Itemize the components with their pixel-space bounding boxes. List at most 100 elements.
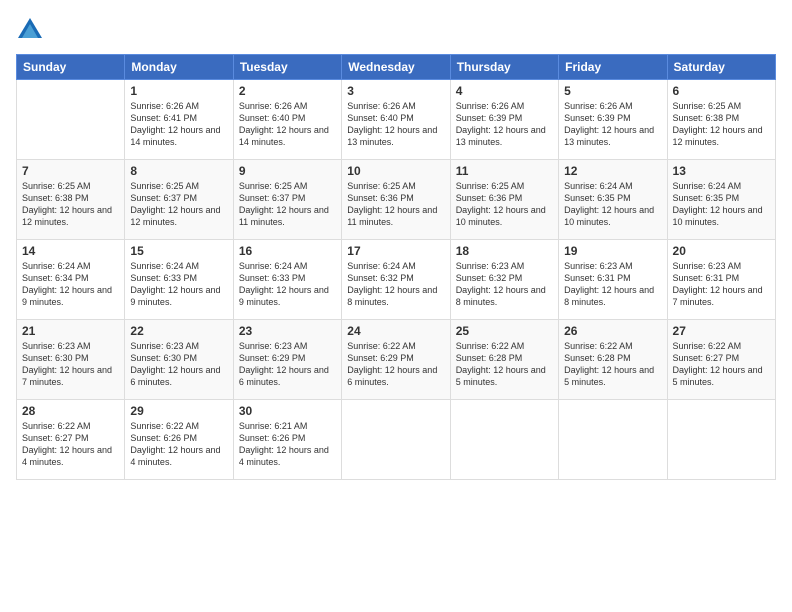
day-number: 25 xyxy=(456,324,553,338)
day-cell xyxy=(342,400,450,480)
day-info: Sunrise: 6:24 AMSunset: 6:32 PMDaylight:… xyxy=(347,260,444,309)
day-cell xyxy=(559,400,667,480)
day-number: 23 xyxy=(239,324,336,338)
day-info: Sunrise: 6:22 AMSunset: 6:28 PMDaylight:… xyxy=(564,340,661,389)
week-row-4: 21 Sunrise: 6:23 AMSunset: 6:30 PMDayligh… xyxy=(17,320,776,400)
day-number: 26 xyxy=(564,324,661,338)
day-cell: 21 Sunrise: 6:23 AMSunset: 6:30 PMDayligh… xyxy=(17,320,125,400)
logo-icon xyxy=(16,16,44,44)
day-cell: 12 Sunrise: 6:24 AMSunset: 6:35 PMDayligh… xyxy=(559,160,667,240)
calendar-header-row: SundayMondayTuesdayWednesdayThursdayFrid… xyxy=(17,55,776,80)
day-header-saturday: Saturday xyxy=(667,55,775,80)
day-number: 30 xyxy=(239,404,336,418)
day-cell: 28Sunrise: 6:22 AMSunset: 6:27 PMDayligh… xyxy=(17,400,125,480)
day-info: Sunrise: 6:21 AMSunset: 6:26 PMDaylight:… xyxy=(239,420,336,469)
day-number: 29 xyxy=(130,404,227,418)
day-header-tuesday: Tuesday xyxy=(233,55,341,80)
day-info: Sunrise: 6:25 AMSunset: 6:38 PMDaylight:… xyxy=(673,100,770,149)
day-cell: 23Sunrise: 6:23 AMSunset: 6:29 PMDayligh… xyxy=(233,320,341,400)
day-cell: 9 Sunrise: 6:25 AMSunset: 6:37 PMDaylight… xyxy=(233,160,341,240)
day-number: 27 xyxy=(673,324,770,338)
day-info: Sunrise: 6:26 AMSunset: 6:39 PMDaylight:… xyxy=(564,100,661,149)
day-info: Sunrise: 6:23 AMSunset: 6:30 PMDaylight:… xyxy=(130,340,227,389)
calendar: SundayMondayTuesdayWednesdayThursdayFrid… xyxy=(16,54,776,480)
day-cell: 27 Sunrise: 6:22 AMSunset: 6:27 PMDayligh… xyxy=(667,320,775,400)
day-number: 20 xyxy=(673,244,770,258)
day-cell: 13 Sunrise: 6:24 AMSunset: 6:35 PMDayligh… xyxy=(667,160,775,240)
day-number: 21 xyxy=(22,324,119,338)
day-number: 12 xyxy=(564,164,661,178)
week-row-3: 14 Sunrise: 6:24 AMSunset: 6:34 PMDayligh… xyxy=(17,240,776,320)
day-cell: 24 Sunrise: 6:22 AMSunset: 6:29 PMDayligh… xyxy=(342,320,450,400)
day-info: Sunrise: 6:26 AMSunset: 6:40 PMDaylight:… xyxy=(239,100,336,149)
day-number: 16 xyxy=(239,244,336,258)
day-cell: 15 Sunrise: 6:24 AMSunset: 6:33 PMDayligh… xyxy=(125,240,233,320)
day-cell: 29 Sunrise: 6:22 AMSunset: 6:26 PMDayligh… xyxy=(125,400,233,480)
logo xyxy=(16,16,46,44)
day-header-sunday: Sunday xyxy=(17,55,125,80)
day-cell: 19 Sunrise: 6:23 AMSunset: 6:31 PMDayligh… xyxy=(559,240,667,320)
day-cell: 2 Sunrise: 6:26 AMSunset: 6:40 PMDaylight… xyxy=(233,80,341,160)
day-info: Sunrise: 6:25 AMSunset: 6:37 PMDaylight:… xyxy=(239,180,336,229)
day-cell xyxy=(667,400,775,480)
day-cell: 10 Sunrise: 6:25 AMSunset: 6:36 PMDayligh… xyxy=(342,160,450,240)
day-cell: 20 Sunrise: 6:23 AMSunset: 6:31 PMDayligh… xyxy=(667,240,775,320)
day-number: 3 xyxy=(347,84,444,98)
day-number: 5 xyxy=(564,84,661,98)
day-cell: 22Sunrise: 6:23 AMSunset: 6:30 PMDayligh… xyxy=(125,320,233,400)
day-info: Sunrise: 6:23 AMSunset: 6:31 PMDaylight:… xyxy=(673,260,770,309)
day-info: Sunrise: 6:24 AMSunset: 6:33 PMDaylight:… xyxy=(130,260,227,309)
week-row-5: 28Sunrise: 6:22 AMSunset: 6:27 PMDayligh… xyxy=(17,400,776,480)
day-number: 7 xyxy=(22,164,119,178)
day-info: Sunrise: 6:22 AMSunset: 6:26 PMDaylight:… xyxy=(130,420,227,469)
day-number: 15 xyxy=(130,244,227,258)
day-info: Sunrise: 6:24 AMSunset: 6:35 PMDaylight:… xyxy=(673,180,770,229)
day-number: 19 xyxy=(564,244,661,258)
day-info: Sunrise: 6:24 AMSunset: 6:34 PMDaylight:… xyxy=(22,260,119,309)
day-cell: 25 Sunrise: 6:22 AMSunset: 6:28 PMDayligh… xyxy=(450,320,558,400)
day-info: Sunrise: 6:23 AMSunset: 6:32 PMDaylight:… xyxy=(456,260,553,309)
day-number: 4 xyxy=(456,84,553,98)
day-cell: 4Sunrise: 6:26 AMSunset: 6:39 PMDaylight… xyxy=(450,80,558,160)
day-cell: 5 Sunrise: 6:26 AMSunset: 6:39 PMDaylight… xyxy=(559,80,667,160)
day-info: Sunrise: 6:25 AMSunset: 6:38 PMDaylight:… xyxy=(22,180,119,229)
day-info: Sunrise: 6:25 AMSunset: 6:36 PMDaylight:… xyxy=(456,180,553,229)
day-info: Sunrise: 6:22 AMSunset: 6:29 PMDaylight:… xyxy=(347,340,444,389)
day-cell: 16 Sunrise: 6:24 AMSunset: 6:33 PMDayligh… xyxy=(233,240,341,320)
day-number: 17 xyxy=(347,244,444,258)
day-number: 2 xyxy=(239,84,336,98)
day-cell: 18Sunrise: 6:23 AMSunset: 6:32 PMDayligh… xyxy=(450,240,558,320)
day-info: Sunrise: 6:24 AMSunset: 6:35 PMDaylight:… xyxy=(564,180,661,229)
day-number: 1 xyxy=(130,84,227,98)
day-number: 9 xyxy=(239,164,336,178)
day-info: Sunrise: 6:23 AMSunset: 6:31 PMDaylight:… xyxy=(564,260,661,309)
day-info: Sunrise: 6:23 AMSunset: 6:30 PMDaylight:… xyxy=(22,340,119,389)
day-number: 6 xyxy=(673,84,770,98)
day-info: Sunrise: 6:24 AMSunset: 6:33 PMDaylight:… xyxy=(239,260,336,309)
header xyxy=(16,16,776,44)
day-cell: 26 Sunrise: 6:22 AMSunset: 6:28 PMDayligh… xyxy=(559,320,667,400)
day-info: Sunrise: 6:22 AMSunset: 6:28 PMDaylight:… xyxy=(456,340,553,389)
day-cell: 14 Sunrise: 6:24 AMSunset: 6:34 PMDayligh… xyxy=(17,240,125,320)
day-header-monday: Monday xyxy=(125,55,233,80)
day-number: 11 xyxy=(456,164,553,178)
day-info: Sunrise: 6:26 AMSunset: 6:41 PMDaylight:… xyxy=(130,100,227,149)
day-cell: 8Sunrise: 6:25 AMSunset: 6:37 PMDaylight… xyxy=(125,160,233,240)
day-number: 28 xyxy=(22,404,119,418)
day-cell: 17 Sunrise: 6:24 AMSunset: 6:32 PMDayligh… xyxy=(342,240,450,320)
day-number: 14 xyxy=(22,244,119,258)
day-cell: 11 Sunrise: 6:25 AMSunset: 6:36 PMDayligh… xyxy=(450,160,558,240)
day-info: Sunrise: 6:25 AMSunset: 6:36 PMDaylight:… xyxy=(347,180,444,229)
day-cell xyxy=(450,400,558,480)
day-number: 13 xyxy=(673,164,770,178)
week-row-1: 1 Sunrise: 6:26 AMSunset: 6:41 PMDaylight… xyxy=(17,80,776,160)
day-cell: 1 Sunrise: 6:26 AMSunset: 6:41 PMDaylight… xyxy=(125,80,233,160)
day-number: 24 xyxy=(347,324,444,338)
day-cell: 30 Sunrise: 6:21 AMSunset: 6:26 PMDayligh… xyxy=(233,400,341,480)
day-header-friday: Friday xyxy=(559,55,667,80)
day-cell: 3Sunrise: 6:26 AMSunset: 6:40 PMDaylight… xyxy=(342,80,450,160)
page: SundayMondayTuesdayWednesdayThursdayFrid… xyxy=(0,0,792,612)
day-info: Sunrise: 6:25 AMSunset: 6:37 PMDaylight:… xyxy=(130,180,227,229)
day-info: Sunrise: 6:22 AMSunset: 6:27 PMDaylight:… xyxy=(673,340,770,389)
day-number: 10 xyxy=(347,164,444,178)
